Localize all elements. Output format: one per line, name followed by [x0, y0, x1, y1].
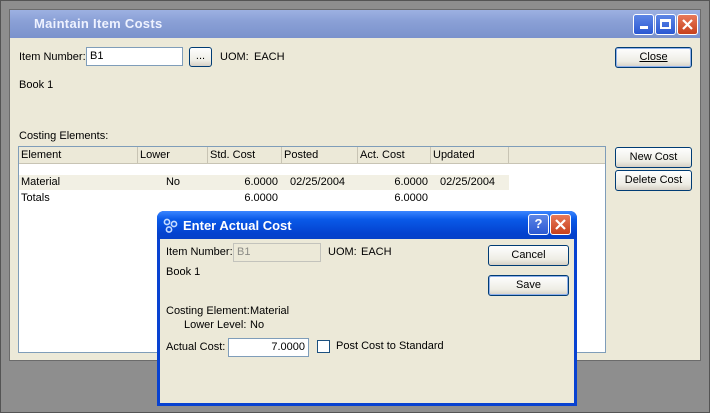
cell-updated: [440, 191, 510, 206]
column-header-std-cost[interactable]: Std. Cost: [208, 147, 282, 164]
cell-posted: 02/25/2004: [290, 176, 346, 188]
delete-cost-button[interactable]: Delete Cost: [615, 170, 692, 191]
costing-element-label: Costing Element:: [166, 305, 250, 317]
dialog-item-description: Book 1: [166, 266, 201, 278]
minimize-button[interactable]: [633, 14, 654, 35]
app-icon: [163, 218, 178, 233]
save-button[interactable]: Save: [488, 275, 569, 296]
lower-level-value: No: [250, 319, 265, 331]
new-cost-button[interactable]: New Cost: [615, 147, 692, 168]
actual-cost-label: Actual Cost:: [166, 341, 226, 353]
minimize-icon: [639, 26, 648, 29]
close-button-label: Close: [639, 51, 668, 63]
dialog-uom-label: UOM:: [328, 246, 357, 258]
cancel-button-label: Cancel: [511, 249, 546, 261]
help-icon: ?: [534, 216, 543, 231]
uom-label: UOM:: [220, 51, 249, 63]
column-header-posted[interactable]: Posted: [282, 147, 358, 164]
uom-value: EACH: [254, 51, 285, 63]
column-header-act-cost[interactable]: Act. Cost: [358, 147, 431, 164]
cell-act-cost: 6.0000: [394, 176, 428, 188]
table-row[interactable]: Material No 6.0000 02/25/2004 6.0000 02/…: [19, 175, 509, 190]
costing-elements-label: Costing Elements:: [19, 130, 109, 142]
save-button-label: Save: [515, 279, 542, 291]
dialog-title: Enter Actual Cost: [183, 218, 292, 233]
main-window-title: Maintain Item Costs: [34, 16, 163, 31]
dialog-close-button[interactable]: [550, 214, 571, 235]
cell-posted: [290, 191, 360, 206]
close-icon: [555, 219, 566, 230]
cell-element: Material: [21, 176, 61, 188]
close-icon: [682, 19, 693, 30]
cell-std-cost: 6.0000: [244, 176, 278, 188]
cell-lower: No: [165, 176, 181, 188]
actual-cost-input[interactable]: 7.0000: [228, 338, 309, 357]
maximize-button[interactable]: [655, 14, 676, 35]
cell-element: Totals: [21, 192, 50, 204]
dialog-body: Item Number: B1 UOM: EACH Book 1 Cancel …: [160, 239, 574, 403]
costing-element-value: Material: [250, 305, 290, 317]
table-row[interactable]: Totals 6.0000 6.0000: [19, 191, 509, 206]
enter-actual-cost-dialog: Enter Actual Cost ? Item Number: B1 UOM:…: [157, 211, 577, 406]
column-header-lower[interactable]: Lower: [138, 147, 208, 164]
close-button[interactable]: Close: [615, 47, 692, 68]
dialog-uom-value: EACH: [361, 246, 392, 258]
column-header-updated[interactable]: Updated: [431, 147, 509, 164]
main-title-bar[interactable]: Maintain Item Costs: [10, 10, 700, 38]
cell-act-cost: 6.0000: [394, 192, 428, 204]
lower-level-label: Lower Level:: [184, 319, 247, 331]
post-cost-to-standard-label[interactable]: Post Cost to Standard: [336, 340, 444, 352]
help-button[interactable]: ?: [528, 214, 549, 235]
item-number-input[interactable]: B1: [86, 47, 183, 66]
new-cost-button-label: New Cost: [629, 151, 678, 163]
maximize-icon: [660, 19, 671, 29]
dialog-item-number-field: B1: [233, 243, 321, 262]
item-number-label: Item Number:: [19, 51, 86, 63]
cell-updated: 02/25/2004: [440, 176, 496, 188]
cell-lower: [138, 191, 208, 206]
dialog-item-number-label: Item Number:: [166, 246, 233, 258]
browse-item-button[interactable]: ...: [189, 47, 212, 67]
cell-std-cost: 6.0000: [244, 192, 278, 204]
dialog-title-bar[interactable]: Enter Actual Cost ?: [157, 211, 577, 239]
window-close-button[interactable]: [677, 14, 698, 35]
delete-cost-button-label: Delete Cost: [624, 174, 683, 186]
post-cost-to-standard-checkbox[interactable]: [317, 340, 330, 353]
grid-header: Element Lower Std. Cost Posted Act. Cost…: [19, 147, 605, 164]
item-description: Book 1: [19, 79, 54, 91]
column-header-element[interactable]: Element: [19, 147, 138, 164]
cancel-button[interactable]: Cancel: [488, 245, 569, 266]
